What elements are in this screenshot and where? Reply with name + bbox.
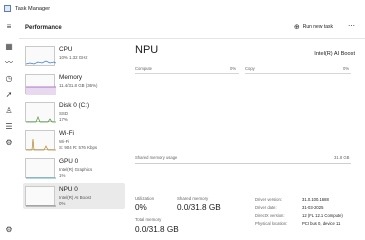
device-name: Intel(R) AI Boost [314,51,355,57]
compute-graph-label: Compute [135,66,152,71]
run-task-icon: ⊕ [293,24,300,31]
perf-item-npu[interactable]: NPU 0 Intel(R) AI Boost 0% [23,183,125,209]
perf-item-name: NPU 0 [59,186,78,193]
shared-memory-graph [135,163,351,166]
memory-thumbnail [25,74,56,95]
perf-item-disk[interactable]: Disk 0 (C:) SSD 17% [23,99,125,125]
users-icon[interactable]: ♙ [4,105,14,115]
compute-graph-percent: 0% [230,66,237,71]
performance-list: CPU 10% 1.32 GHz Memory 11.4/31.8 GB (36… [19,39,127,240]
perf-item-gpu[interactable]: GPU 0 Intel(R) Graphics 1% [23,155,125,181]
total-memory-value: 0.0/31.8 GB [135,225,179,234]
perf-item-name: GPU 0 [59,158,79,165]
perf-item-name: Disk 0 (C:) [59,102,90,109]
perf-item-detail: Intel(R) Graphics [59,167,93,172]
perf-item-name: Memory [59,74,83,81]
copy-graph [245,73,351,143]
more-options-icon[interactable]: ⋯ [348,22,355,30]
perf-item-name: Wi-Fi [59,130,74,137]
details-icon[interactable]: ☰ [4,121,14,131]
perf-item-usage: 1% [59,173,66,178]
directx-version-value: 12 (FL 12.1 Compute) [302,213,343,218]
perf-item-wifi[interactable]: Wi-Fi Wi-Fi S: 904 R: 576 Kbps [23,127,125,153]
shared-memory-graph-max: 31.8 GB [334,155,350,160]
settings-icon[interactable]: ⚙ [4,224,14,234]
task-manager-icon [4,5,11,12]
driver-version-label: Driver version: [255,197,282,202]
wifi-thumbnail [25,130,56,151]
page-header: Performance ⊕ Run new task ⋯ [19,17,365,39]
shared-memory-label: Shared memory [177,196,209,201]
perf-item-detail: SSD [59,111,69,116]
total-memory-label: Total memory [135,217,162,222]
perf-item-detail: Intel(R) AI Boost [59,195,91,200]
perf-item-usage: S: 904 R: 576 Kbps [59,145,98,150]
shared-memory-value: 0.0/31.8 GB [177,203,221,212]
detail-panel: NPU Intel(R) AI Boost Compute 0% Copy 0%… [127,39,365,240]
app-history-icon[interactable]: ◷ [4,73,14,83]
shared-memory-graph-label: Shared memory usage [135,155,178,160]
run-task-label: Run new task [302,24,333,30]
directx-version-label: DirectX version: [255,213,285,218]
perf-item-usage: 17% [59,117,68,122]
physical-location-label: Physical location: [255,221,288,226]
run-new-task-button[interactable]: ⊕ Run new task [294,23,333,31]
physical-location-value: PCI bus 0, device 11 [302,221,341,226]
window-title: Task Manager [15,5,51,12]
perf-item-detail: 11.4/31.8 GB (36%) [59,83,98,88]
utilization-label: Utilization [135,196,155,201]
copy-graph-label: Copy [245,66,255,71]
startup-apps-icon[interactable]: ➚ [4,89,14,99]
gpu-thumbnail [25,158,56,179]
copy-graph-percent: 0% [343,66,350,71]
driver-version-value: 31.0.100.1688 [302,197,329,202]
processes-icon[interactable]: ▦ [4,41,14,51]
cpu-thumbnail [25,46,56,66]
services-icon[interactable]: ⚙ [4,137,14,147]
compute-graph [135,73,239,143]
performance-icon[interactable]: 〰 [4,57,14,67]
title-bar: Task Manager [0,0,365,17]
device-title: NPU [135,44,159,56]
perf-item-detail: Wi-Fi [59,139,70,144]
perf-item-memory[interactable]: Memory 11.4/31.8 GB (36%) [23,71,125,97]
perf-item-usage: 0% [59,201,66,206]
driver-date-value: 31-03-2025 [302,205,324,210]
hamburger-icon[interactable]: ≡ [4,21,14,31]
perf-item-cpu[interactable]: CPU 10% 1.32 GHz [23,43,125,69]
npu-thumbnail [25,186,56,207]
driver-date-label: Driver date: [255,205,277,210]
nav-rail: ≡ ▦ 〰 ◷ ➚ ♙ ☰ ⚙ ⚙ [0,17,19,240]
utilization-value: 0% [135,203,147,212]
perf-item-name: CPU [59,46,73,53]
section-title: Performance [25,24,62,31]
perf-item-detail: 10% 1.32 GHz [59,55,88,60]
disk-thumbnail [25,102,56,123]
